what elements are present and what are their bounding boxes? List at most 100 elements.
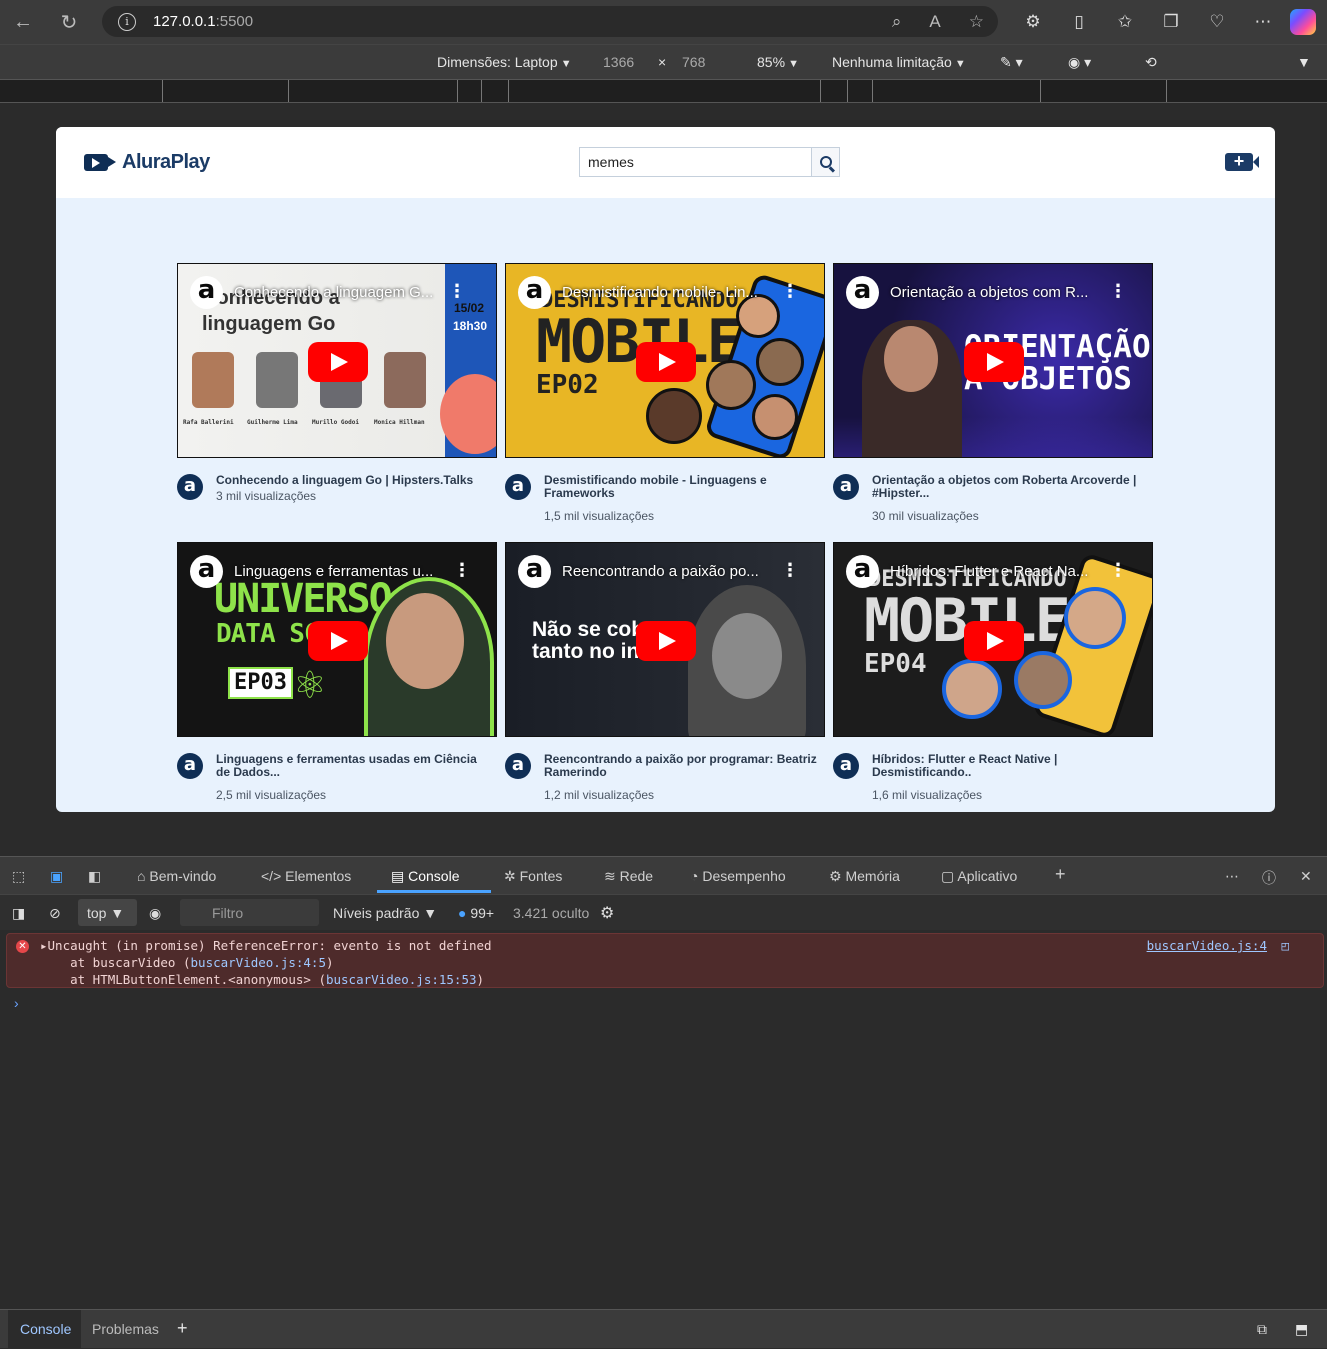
- tab-memory[interactable]: ⚙ Memória: [829, 868, 900, 885]
- video-title[interactable]: Conhecendo a linguagem Go | Hipsters.Tal…: [216, 474, 494, 487]
- context-select[interactable]: top ▼: [78, 899, 137, 926]
- console-error-message[interactable]: ✕ ▸Uncaught (in promise) ReferenceError:…: [6, 933, 1324, 988]
- tab-label: Rede: [619, 868, 654, 884]
- drawer-tab-console[interactable]: Console: [20, 1321, 71, 1337]
- log-levels-select[interactable]: Níveis padrão ▼: [333, 905, 437, 921]
- vision-deficiency-icon[interactable]: ◉ ▾: [1068, 54, 1091, 71]
- video-thumbnail[interactable]: DESMISTIFICANDO MOBILE EP02 a Desmistifi…: [505, 263, 825, 458]
- add-video-icon[interactable]: +: [1225, 152, 1259, 171]
- site-info-icon[interactable]: i: [118, 12, 136, 31]
- extensions-icon[interactable]: ⚙: [1010, 12, 1056, 32]
- refresh-icon[interactable]: ↻: [46, 0, 92, 44]
- add-tab-icon[interactable]: +: [1055, 864, 1066, 885]
- speaker-face: [386, 593, 464, 689]
- clear-console-icon[interactable]: ⊘: [49, 905, 61, 922]
- browser-essentials-icon[interactable]: ♡: [1194, 12, 1240, 32]
- more-options-icon[interactable]: ⋮: [781, 561, 799, 579]
- video-title[interactable]: Orientação a objetos com Roberta Arcover…: [872, 474, 1150, 500]
- youtube-play-icon[interactable]: [308, 342, 368, 382]
- collections-icon[interactable]: ❐: [1148, 12, 1194, 32]
- zoom-select[interactable]: 85%: [757, 54, 799, 70]
- drawer-add-tab-icon[interactable]: +: [177, 1318, 188, 1339]
- device-emulation-icon[interactable]: ▣: [50, 868, 63, 885]
- channel-avatar: a: [833, 474, 859, 500]
- rotate-icon[interactable]: ⟲: [1145, 54, 1157, 71]
- message-count-badge[interactable]: ● 99+: [458, 905, 494, 921]
- console-settings-icon[interactable]: ⚙: [600, 903, 614, 923]
- video-meta: a Desmistificando mobile - Linguagens e …: [505, 458, 825, 542]
- video-thumbnail[interactable]: ORIENTAÇÃO A OBJETOS a Orientação a obje…: [833, 263, 1153, 458]
- video-card[interactable]: Conhecendo a linguagem Go 15/02 18h30 Ra…: [177, 263, 497, 542]
- aluraplay-logo[interactable]: AluraPlay: [84, 151, 210, 174]
- video-card[interactable]: ORIENTAÇÃO A OBJETOS a Orientação a obje…: [833, 263, 1153, 542]
- more-options-icon[interactable]: ⋮: [1109, 282, 1127, 300]
- video-card[interactable]: UNIVERSO DATA SCIENCE EP03 ⚛ a Linguagen…: [177, 542, 497, 812]
- youtube-play-icon[interactable]: [964, 342, 1024, 382]
- back-icon[interactable]: ←: [0, 0, 46, 44]
- tab-performance[interactable]: ◔ Desempenho: [690, 868, 786, 884]
- live-expression-icon[interactable]: ◉: [149, 905, 161, 922]
- video-thumbnail[interactable]: Não se cobre tanto no início a Reencontr…: [505, 542, 825, 737]
- zoom-icon[interactable]: ⌕: [892, 12, 902, 32]
- thumb-title: Desmistificando mobile- Lin...: [562, 284, 758, 301]
- dock-icon[interactable]: ◧: [88, 868, 101, 885]
- expand-arrow-icon[interactable]: ▸: [40, 938, 48, 953]
- stack-link[interactable]: buscarVideo.js:4:5: [191, 955, 326, 970]
- video-thumbnail[interactable]: DESMISTIFICANDO MOBILE EP04 a Híbridos: …: [833, 542, 1153, 737]
- tab-application[interactable]: ▢ Aplicativo: [941, 868, 1017, 885]
- search-button[interactable]: [811, 148, 839, 176]
- favorite-star-icon[interactable]: ☆: [969, 12, 984, 32]
- tab-console[interactable]: ▤ Console: [391, 868, 460, 885]
- youtube-play-icon[interactable]: [964, 621, 1024, 661]
- more-menu-icon[interactable]: ⋯: [1240, 12, 1286, 32]
- copilot-icon[interactable]: [1290, 9, 1316, 35]
- video-title[interactable]: Linguagens e ferramentas usadas em Ciênc…: [216, 753, 494, 779]
- video-title[interactable]: Reencontrando a paixão por programar: Be…: [544, 753, 822, 779]
- more-options-icon[interactable]: ⋮: [1109, 561, 1127, 579]
- read-aloud-icon[interactable]: A: [929, 12, 940, 32]
- close-devtools-icon[interactable]: ✕: [1300, 868, 1312, 885]
- sidebar-toggle-icon[interactable]: ◨: [12, 905, 25, 922]
- more-options-icon[interactable]: ▼: [1297, 54, 1311, 70]
- youtube-play-icon[interactable]: [308, 621, 368, 661]
- inspect-element-icon[interactable]: ⬚: [12, 868, 25, 885]
- media-query-ruler[interactable]: [0, 79, 1327, 103]
- more-options-icon[interactable]: ⋮: [448, 282, 466, 300]
- throttle-select[interactable]: Nenhuma limitação: [832, 54, 966, 70]
- video-card[interactable]: Não se cobre tanto no início a Reencontr…: [505, 542, 825, 812]
- video-card[interactable]: DESMISTIFICANDO MOBILE EP02 a Desmistifi…: [505, 263, 825, 542]
- filter-input[interactable]: Filtro: [180, 899, 319, 926]
- video-title[interactable]: Desmistificando mobile - Linguagens e Fr…: [544, 474, 822, 500]
- drawer-tab-issues[interactable]: Problemas: [92, 1321, 159, 1337]
- channel-logo: a: [518, 555, 551, 588]
- tab-network[interactable]: ≋ Rede: [604, 868, 653, 885]
- console-prompt-icon[interactable]: ›: [14, 995, 19, 1011]
- split-screen-icon[interactable]: ▯: [1056, 12, 1102, 32]
- error-source-link[interactable]: buscarVideo.js:4: [1147, 937, 1267, 954]
- dimensions-select[interactable]: Dimensões: Laptop: [437, 54, 572, 70]
- video-card[interactable]: DESMISTIFICANDO MOBILE EP04 a Híbridos: …: [833, 542, 1153, 812]
- video-thumbnail[interactable]: UNIVERSO DATA SCIENCE EP03 ⚛ a Linguagen…: [177, 542, 497, 737]
- video-title[interactable]: Híbridos: Flutter e React Native | Desmi…: [872, 753, 1150, 779]
- tab-sources[interactable]: ✲ Fontes: [504, 868, 562, 885]
- tab-welcome[interactable]: ⌂ Bem-vindo: [137, 868, 216, 884]
- height-input[interactable]: 768: [682, 54, 705, 70]
- width-input[interactable]: 1366: [603, 54, 634, 70]
- video-thumbnail[interactable]: Conhecendo a linguagem Go 15/02 18h30 Ra…: [177, 263, 497, 458]
- copilot-explain-icon[interactable]: ◰: [1281, 937, 1289, 954]
- youtube-play-icon[interactable]: [636, 342, 696, 382]
- more-options-icon[interactable]: ⋮: [453, 561, 471, 579]
- drawer-quick-view-icon[interactable]: ⧉: [1257, 1321, 1267, 1338]
- favorites-icon[interactable]: ✩: [1102, 12, 1148, 32]
- more-tools-icon[interactable]: ⋯: [1225, 868, 1239, 885]
- address-bar[interactable]: i 127.0.0.1:5500 ⌕ A ☆: [102, 6, 998, 37]
- help-icon[interactable]: ⓘ: [1262, 868, 1276, 888]
- youtube-play-icon[interactable]: [636, 621, 696, 661]
- tab-elements[interactable]: </> Elementos: [261, 868, 351, 884]
- search-input[interactable]: [580, 148, 811, 176]
- more-options-icon[interactable]: ⋮: [781, 282, 799, 300]
- stack-link[interactable]: buscarVideo.js:15:53: [326, 972, 477, 987]
- touch-pen-icon[interactable]: ✎ ▾: [1000, 54, 1023, 71]
- thumb-art-time: 18h30: [450, 319, 491, 333]
- drawer-expand-icon[interactable]: ⬒: [1295, 1321, 1308, 1338]
